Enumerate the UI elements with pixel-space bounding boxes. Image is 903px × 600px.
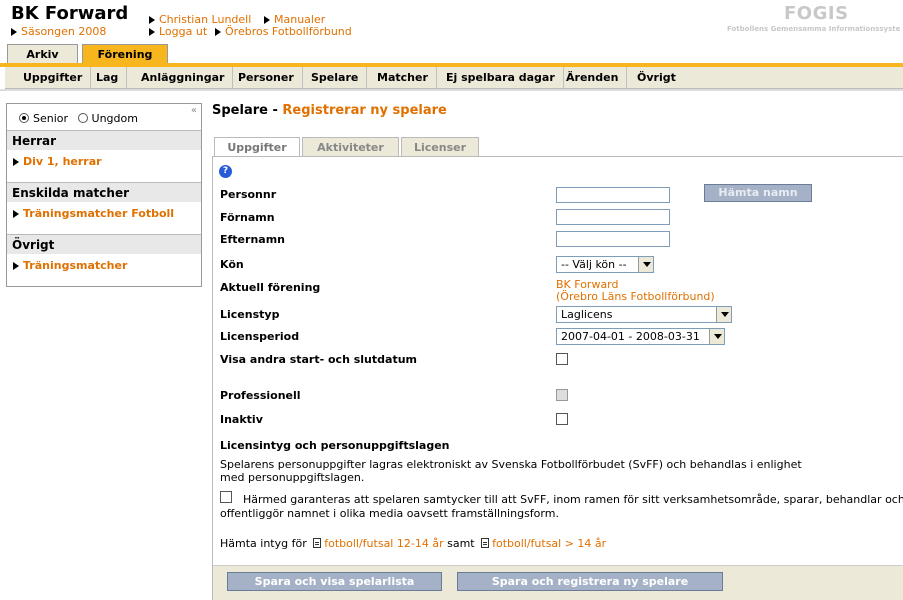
- menu-item-other[interactable]: Övrigt: [629, 67, 684, 89]
- collapse-icon[interactable]: «: [191, 105, 197, 116]
- sidebar-link-div1[interactable]: Div 1, herrar: [13, 155, 102, 168]
- license-period-select[interactable]: 2007-04-01 - 2008-03-31: [556, 328, 725, 345]
- fogis-subtitle: Fotbollens Gemensamma Informationssyste: [727, 25, 901, 33]
- main-menu: Uppgifter Lag Anläggningar Personer Spel…: [5, 67, 903, 89]
- arrow-icon: [149, 28, 155, 36]
- inactive-checkbox[interactable]: [556, 413, 568, 425]
- fogis-logo: FOGIS: [784, 3, 849, 24]
- arrow-icon: [215, 28, 221, 36]
- level-radio-group: Senior Ungdom: [19, 112, 138, 125]
- radio-senior[interactable]: [19, 113, 29, 123]
- federation-link[interactable]: Örebros Fotbollförbund: [215, 25, 352, 38]
- certificate-link-over-14[interactable]: fotboll/futsal > 14 år: [492, 537, 606, 550]
- menu-item-tasks[interactable]: Uppgifter: [15, 67, 92, 89]
- arrow-icon: [13, 210, 19, 218]
- document-icon: [481, 538, 490, 548]
- logout-link[interactable]: Logga ut: [149, 25, 207, 38]
- document-icon: [313, 538, 322, 548]
- sidebar: « Senior Ungdom Herrar Div 1, herrar Ens…: [6, 103, 202, 287]
- chevron-down-icon: [709, 329, 724, 344]
- certificate-link-12-14[interactable]: fotboll/futsal 12-14 år: [324, 537, 443, 550]
- current-club-federation: (Örebro Läns Fotbollförbund): [556, 290, 715, 303]
- radio-youth[interactable]: [77, 113, 88, 123]
- content-border: [212, 156, 213, 600]
- save-and-list-button[interactable]: Spara och visa spelarlista: [227, 572, 442, 591]
- arrow-icon: [264, 16, 270, 24]
- chevron-down-icon: [716, 307, 731, 322]
- license-type-label: Licenstyp: [220, 308, 280, 321]
- club-name: BK Forward: [11, 3, 129, 24]
- personnr-label: Personnr: [220, 188, 277, 201]
- menu-item-matches[interactable]: Matcher: [369, 67, 437, 89]
- tab-archive[interactable]: Arkiv: [7, 44, 78, 64]
- fetch-name-button[interactable]: Hämta namn: [704, 184, 812, 202]
- tab-line: [212, 156, 903, 157]
- inactive-label: Inaktiv: [220, 413, 263, 426]
- menu-item-facilities[interactable]: Anläggningar: [133, 67, 234, 89]
- gender-select[interactable]: -- Välj kön --: [556, 256, 654, 273]
- license-type-select[interactable]: Laglicens: [556, 306, 732, 323]
- sidebar-link-training-football[interactable]: Träningsmatcher Fotboll: [13, 207, 174, 220]
- sidebar-section-single-matches: Enskilda matcher: [7, 182, 201, 202]
- lastname-label: Efternamn: [220, 233, 285, 246]
- firstname-input[interactable]: [556, 209, 670, 225]
- chevron-down-icon: [638, 257, 653, 272]
- sidebar-section-other: Övrigt: [7, 234, 201, 254]
- tab-licenses[interactable]: Licenser: [401, 137, 479, 156]
- consent-check-line2: offentliggör namnet i olika media oavset…: [220, 507, 559, 520]
- other-dates-checkbox[interactable]: [556, 353, 568, 365]
- menu-item-players[interactable]: Spelare: [303, 67, 368, 89]
- sidebar-link-training[interactable]: Träningsmatcher: [13, 259, 127, 272]
- menu-item-persons[interactable]: Personer: [230, 67, 303, 89]
- professional-label: Professionell: [220, 389, 301, 402]
- lastname-input[interactable]: [556, 231, 670, 247]
- tab-club[interactable]: Förening: [82, 44, 168, 64]
- page-title: Spelare - Registrerar ny spelare: [212, 103, 447, 118]
- firstname-label: Förnamn: [220, 211, 275, 224]
- arrow-icon: [149, 16, 155, 24]
- consent-checkbox[interactable]: [220, 491, 232, 503]
- menu-divider: [0, 89, 903, 91]
- season-label: Säsongen 2008: [11, 25, 106, 38]
- professional-checkbox[interactable]: [556, 389, 568, 401]
- personnr-input[interactable]: [556, 187, 670, 203]
- consent-check-line1: Härmed garanteras att spelaren samtycker…: [243, 493, 903, 506]
- menu-item-unplayable-days[interactable]: Ej spelbara dagar: [438, 67, 564, 89]
- arrow-icon: [11, 28, 17, 36]
- other-dates-label: Visa andra start- och slutdatum: [220, 353, 417, 366]
- current-club-label: Aktuell förening: [220, 281, 321, 294]
- help-icon[interactable]: ?: [219, 165, 232, 178]
- certificate-row: Hämta intyg för fotboll/futsal 12-14 år …: [220, 537, 607, 550]
- consent-paragraph-line2: med personuppgiftslagen.: [220, 471, 365, 484]
- tab-activities[interactable]: Aktiviteter: [302, 137, 399, 156]
- menu-item-teams[interactable]: Lag: [88, 67, 128, 89]
- header: BK Forward Säsongen 2008 Christian Lunde…: [0, 0, 903, 44]
- consent-paragraph-line1: Spelarens personuppgifter lagras elektro…: [220, 458, 802, 471]
- save-and-new-button[interactable]: Spara och registrera ny spelare: [457, 572, 723, 591]
- consent-heading: Licensintyg och personuppgiftslagen: [220, 439, 450, 452]
- arrow-icon: [13, 262, 19, 270]
- license-period-label: Licensperiod: [220, 330, 300, 343]
- tab-details[interactable]: Uppgifter: [214, 137, 300, 157]
- gender-label: Kön: [220, 258, 244, 271]
- sidebar-section-men: Herrar: [7, 130, 201, 150]
- menu-item-cases[interactable]: Ärenden: [558, 67, 628, 89]
- arrow-icon: [13, 158, 19, 166]
